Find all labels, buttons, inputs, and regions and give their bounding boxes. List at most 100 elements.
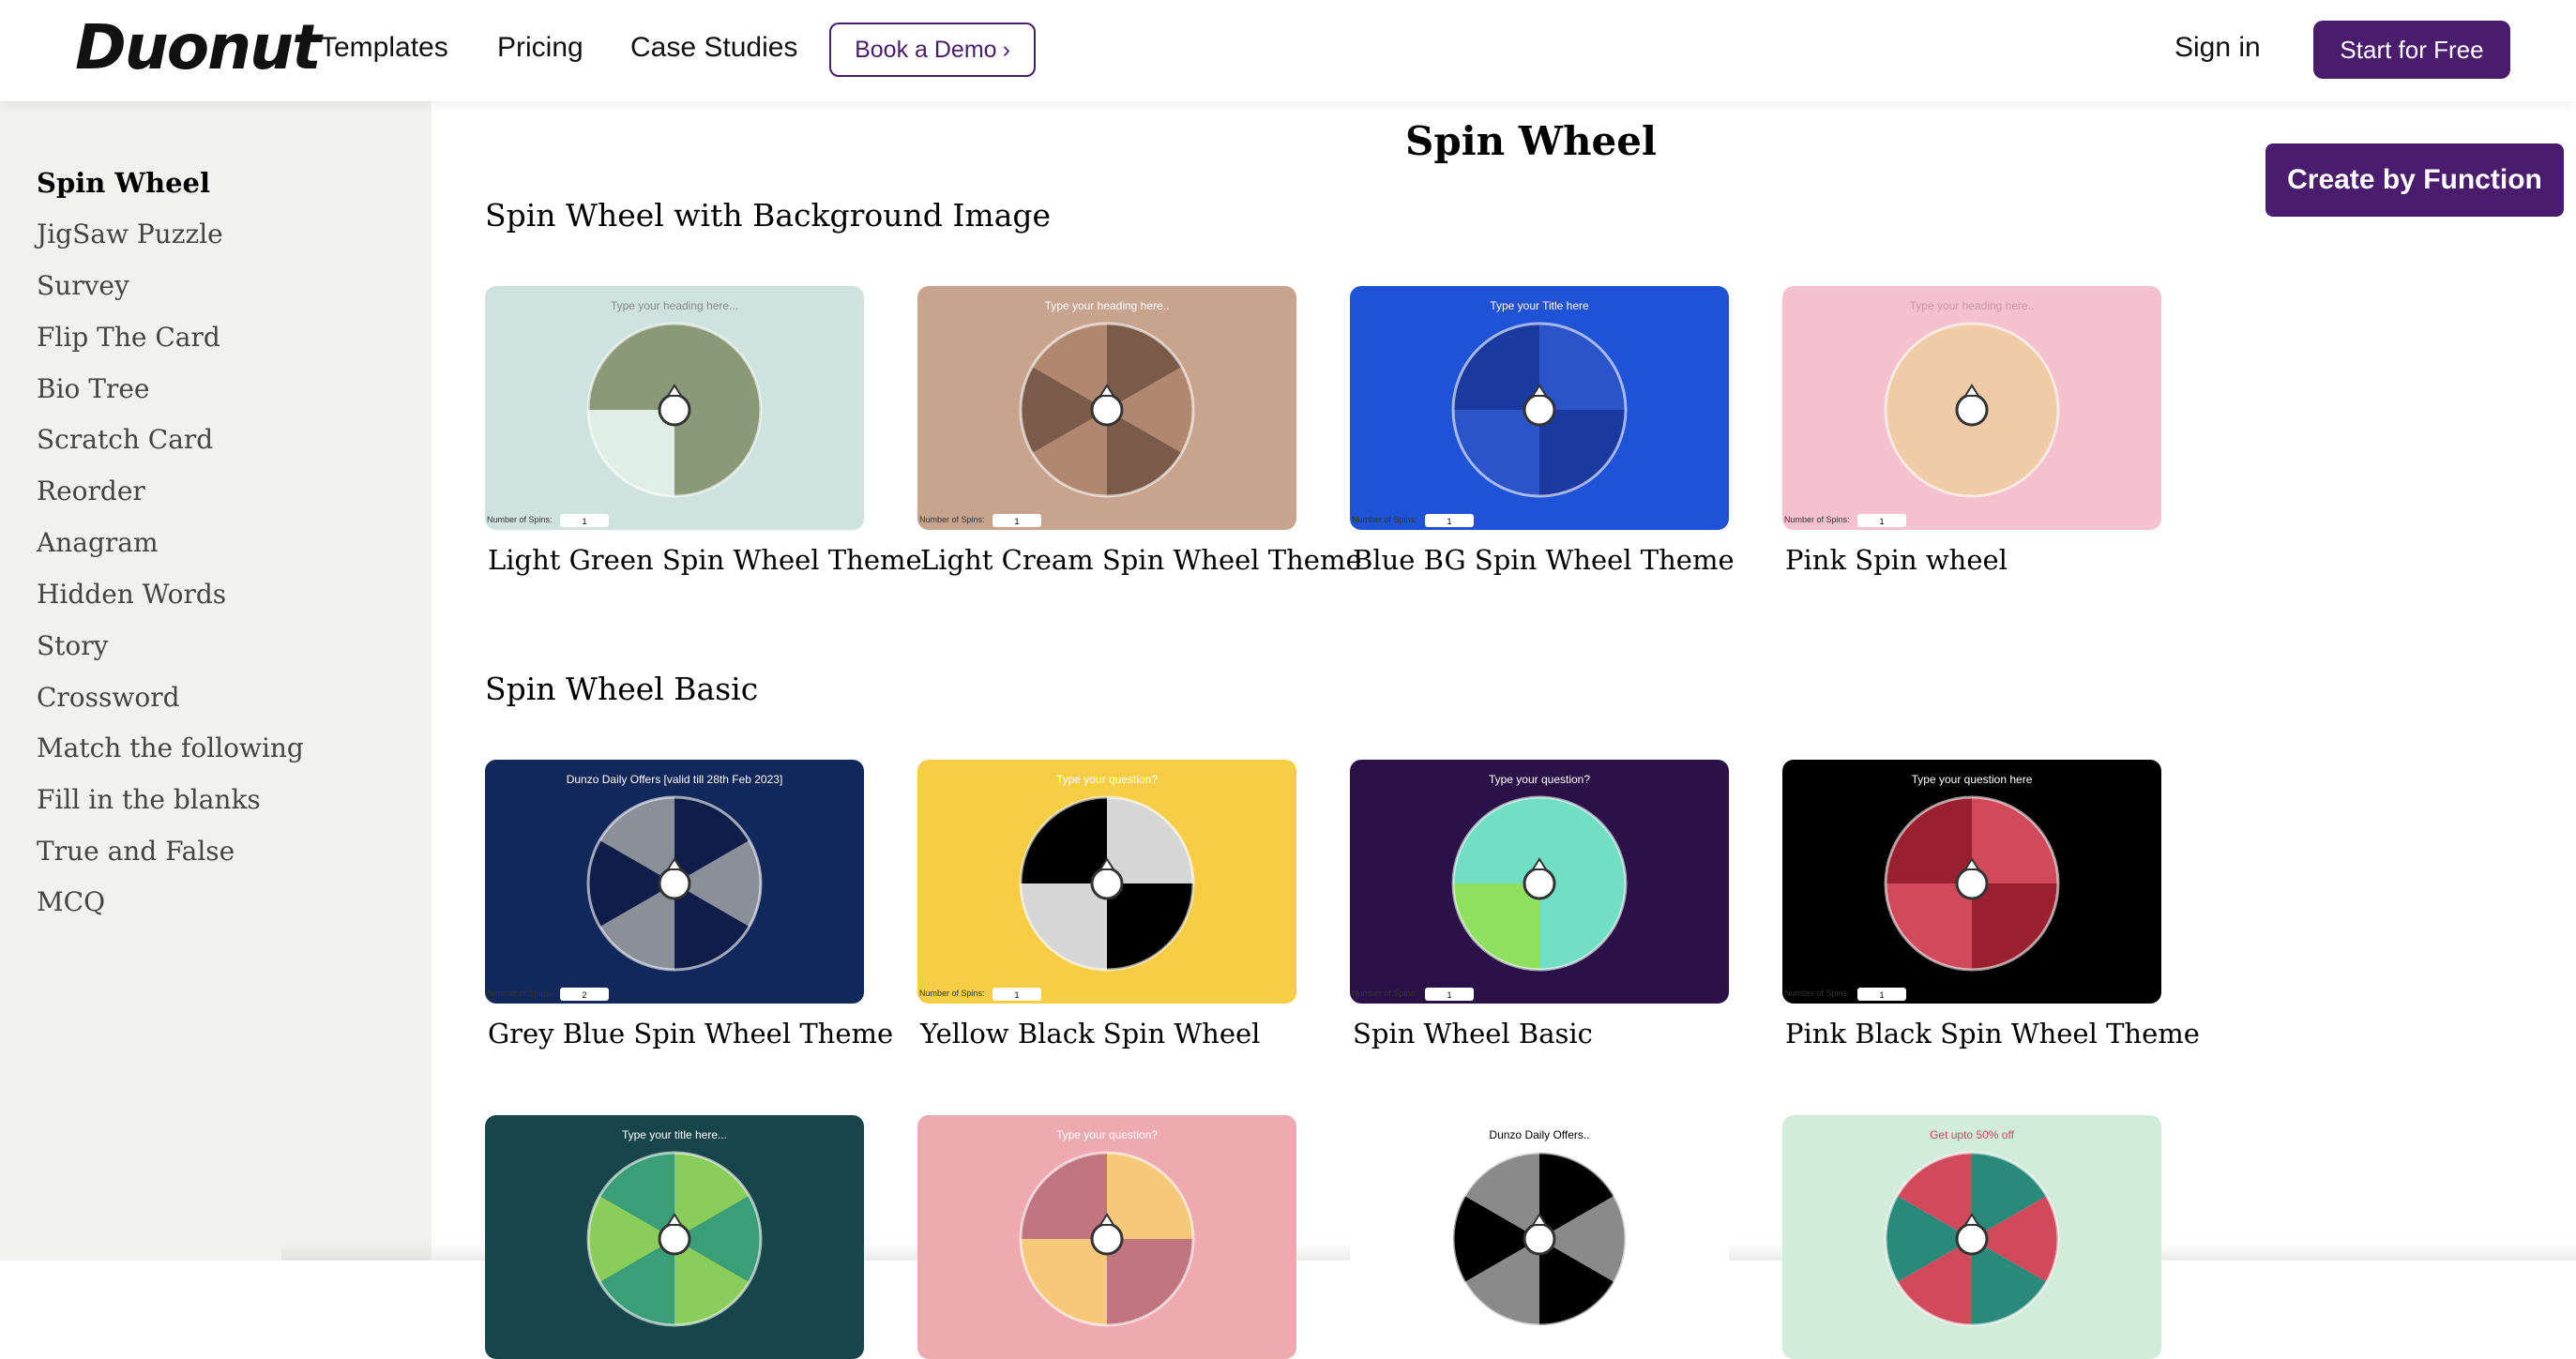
template-thumbnail: Type your title here... [485,1115,864,1359]
sidebar-item-crossword[interactable]: Crossword [37,682,180,713]
template-thumbnail: Dunzo Daily Offers [valid till 28th Feb … [485,760,864,1004]
thumbnail-heading: Type your question? [1056,773,1158,786]
template-thumbnail: Type your heading here.. Number of Spins:… [917,286,1296,530]
spin-center-button [1090,393,1124,427]
spins-value: 1 [1014,517,1019,526]
template-thumbnail: Type your heading here.. Number of Spins:… [1782,286,2161,530]
spins-value: 1 [1447,517,1451,526]
template-thumbnail: Type your Title here Number of Spins: 1 [1350,286,1729,530]
sidebar-item-story[interactable]: Story [37,630,109,661]
template-card-title[interactable]: Blue BG Spin Wheel Theme [1353,544,1735,576]
template-card[interactable]: Type your title here... [485,1115,864,1359]
template-card[interactable]: Type your question here Number of Spins: 1 [1782,760,2161,1004]
spin-center-button [1955,393,1989,427]
spin-center-button [1955,867,1989,900]
top-nav: Duonut Templates Pricing Case Studies Bo… [0,0,2576,101]
template-card[interactable]: Type your Title here Number of Spins: 1 [1350,286,1729,530]
template-thumbnail: Type your question here Number of Spins: 1 [1782,760,2161,1004]
template-card-title[interactable]: Light Green Spin Wheel Theme [488,544,922,576]
spin-wheel [586,795,763,972]
spin-wheel [1019,795,1195,972]
sidebar-item-true-and-false[interactable]: True and False [37,836,235,867]
sidebar-item-spin-wheel[interactable]: Spin Wheel [37,167,210,199]
spin-center-button [1523,1222,1556,1256]
spins-value: 1 [1447,990,1451,1000]
nav-case-studies[interactable]: Case Studies [630,32,797,64]
template-card[interactable]: Type your heading here... Number of Spins… [485,286,864,530]
thumbnail-heading: Type your heading here... [611,299,738,312]
spin-center-button [658,1222,691,1256]
nav-templates[interactable]: Templates [320,32,448,64]
template-card-title[interactable]: Light Cream Spin Wheel Theme [920,544,1362,576]
thumbnail-heading: Type your question here [1912,773,2033,786]
spin-wheel [586,322,763,498]
template-thumbnail: Type your question? Number of Spins: 1 [1350,760,1729,1004]
thumbnail-heading: Type your heading here.. [1910,299,2035,312]
template-card[interactable]: Get upto 50% off [1782,1115,2161,1359]
template-card-title[interactable]: Pink Black Spin Wheel Theme [1785,1018,2200,1049]
book-demo-button[interactable]: Book a Demo › [829,23,1036,77]
spin-center-button [658,393,691,427]
spin-wheel [1884,322,2060,498]
spins-label: Number of Spins: [487,989,553,998]
template-card[interactable]: Type your question? Number of Spins: 1 [1350,760,1729,1004]
spin-wheel [1451,322,1628,498]
sidebar-item-survey[interactable]: Survey [37,270,129,301]
thumbnail-heading: Dunzo Daily Offers.. [1489,1128,1589,1141]
template-thumbnail: Type your heading here... Number of Spins… [485,286,864,530]
spin-center-button [658,867,691,900]
spin-wheel [1451,1151,1628,1327]
template-thumbnail: Type your question? Number of Spins: 1 [917,760,1296,1004]
template-card[interactable]: Type your heading here.. Number of Spins:… [1782,286,2161,530]
thumbnail-heading: Type your Title here [1490,299,1589,312]
thumbnail-heading: Type your question? [1489,773,1590,786]
sidebar-item-jigsaw-puzzle[interactable]: JigSaw Puzzle [37,219,223,249]
create-by-function-button[interactable]: Create by Function [2265,143,2564,217]
spin-center-button [1955,1222,1989,1256]
spin-center-button [1523,867,1556,900]
duonut-logo[interactable]: Duonut [75,11,322,83]
template-card-title[interactable]: Grey Blue Spin Wheel Theme [488,1018,893,1049]
section-title: Spin Wheel Basic [485,671,759,707]
sidebar-item-scratch-card[interactable]: Scratch Card [37,424,213,455]
spin-wheel [1884,1151,2060,1327]
template-card[interactable]: Dunzo Daily Offers.. [1350,1115,1729,1359]
spins-label: Number of Spins: [487,515,553,524]
section-title: Spin Wheel with Background Image [485,197,1052,234]
sidebar-item-hidden-words[interactable]: Hidden Words [37,579,226,610]
spins-value: 2 [582,990,586,1000]
template-thumbnail: Dunzo Daily Offers.. [1350,1115,1729,1359]
thumbnail-heading: Type your question? [1056,1128,1158,1141]
template-card[interactable]: Type your question? [917,1115,1296,1359]
sidebar-item-mcq[interactable]: MCQ [37,886,105,917]
template-card[interactable]: Type your heading here.. Number of Spins:… [917,286,1296,530]
sidebar-item-bio-tree[interactable]: Bio Tree [37,373,150,404]
start-free-button[interactable]: Start for Free [2313,21,2510,79]
book-demo-label: Book a Demo [855,36,997,63]
sidebar-item-reorder[interactable]: Reorder [37,476,145,506]
spin-wheel [586,1151,763,1327]
spins-value: 1 [1879,517,1884,526]
spins-label: Number of Spins: [1352,515,1417,524]
sidebar-item-fill-in-the-blanks[interactable]: Fill in the blanks [37,784,261,815]
spins-value: 1 [582,517,586,526]
spin-wheel [1451,795,1628,972]
sidebar-item-anagram[interactable]: Anagram [37,527,159,558]
spin-wheel [1019,1151,1195,1327]
template-card[interactable]: Type your question? Number of Spins: 1 [917,760,1296,1004]
chevron-right-icon: › [1002,36,1010,63]
template-card[interactable]: Dunzo Daily Offers [valid till 28th Feb … [485,760,864,1004]
spins-value: 1 [1014,990,1019,1000]
sidebar-item-flip-the-card[interactable]: Flip The Card [37,322,220,353]
nav-pricing[interactable]: Pricing [497,32,583,64]
sidebar-item-match-the-following[interactable]: Match the following [37,732,304,763]
spins-value: 1 [1879,990,1884,1000]
sign-in-link[interactable]: Sign in [2174,32,2261,64]
template-card-title[interactable]: Pink Spin wheel [1785,544,2008,576]
template-card-title[interactable]: Yellow Black Spin Wheel [920,1018,1260,1049]
spin-center-button [1090,867,1124,900]
spins-label: Number of Spins: [919,989,985,998]
thumbnail-heading: Dunzo Daily Offers [valid till 28th Feb … [567,773,783,786]
thumbnail-heading: Get upto 50% off [1930,1128,2015,1141]
template-card-title[interactable]: Spin Wheel Basic [1353,1018,1593,1049]
